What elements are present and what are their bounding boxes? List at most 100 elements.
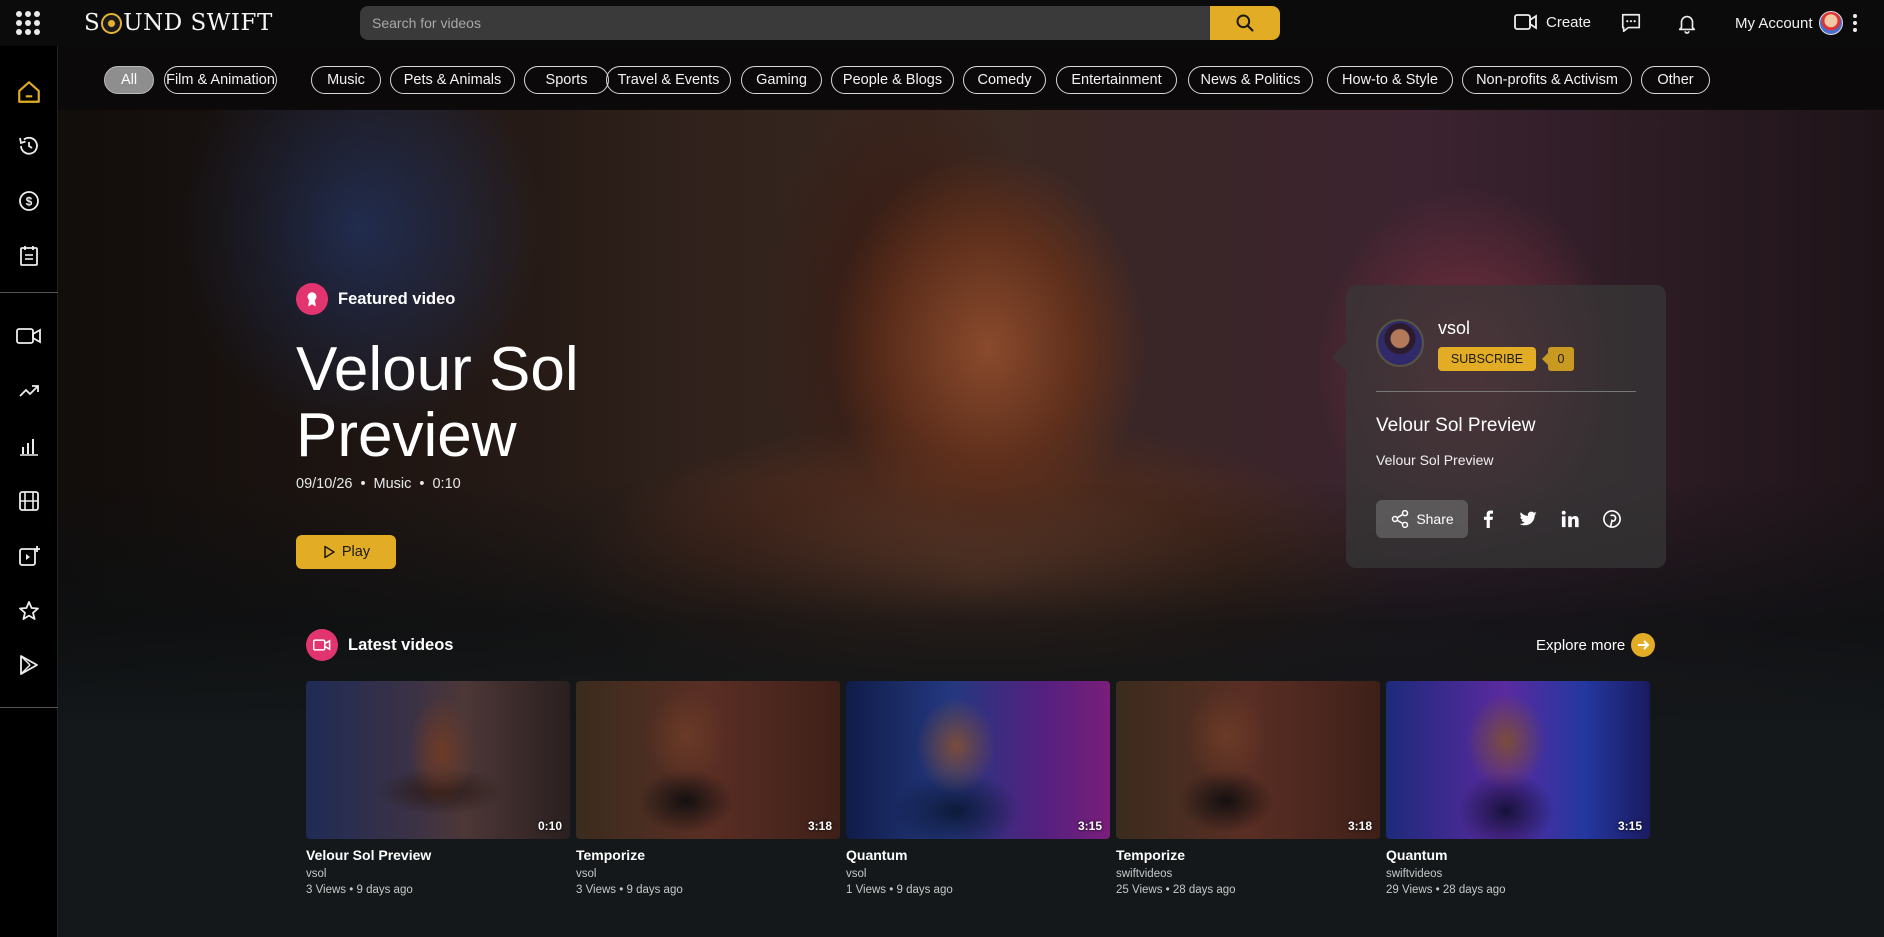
my-account-menu[interactable]: My Account [1735, 11, 1857, 35]
sidebar-item-favorites[interactable] [14, 596, 44, 626]
card-description: Velour Sol Preview [1376, 452, 1494, 468]
video-channel[interactable]: vsol [306, 868, 570, 880]
notifications-bell-icon[interactable] [1676, 11, 1698, 40]
more-options-icon[interactable] [1852, 14, 1857, 32]
sidebar-item-films[interactable] [14, 486, 44, 516]
sidebar-divider [0, 707, 58, 708]
video-title[interactable]: Temporize [1116, 847, 1380, 863]
video-channel[interactable]: swiftvideos [1116, 868, 1380, 880]
category-chip-entertainment[interactable]: Entertainment [1056, 66, 1177, 94]
arrow-right-icon [1631, 633, 1656, 657]
video-thumbnail[interactable]: 0:10 [306, 681, 570, 839]
video-thumbnail[interactable]: 3:18 [576, 681, 840, 839]
video-card[interactable]: 3:15 Quantum swiftvideos 29 Views • 28 d… [1386, 681, 1650, 896]
video-stats: 3 Views • 9 days ago [576, 884, 683, 896]
category-chip-travel-events[interactable]: Travel & Events [606, 66, 731, 94]
category-chip-gaming[interactable]: Gaming [741, 66, 822, 94]
category-chip-how-to-style[interactable]: How-to & Style [1327, 66, 1453, 94]
video-title[interactable]: Quantum [1386, 847, 1650, 863]
featured-category: Music [373, 476, 412, 492]
twitter-icon[interactable] [1517, 507, 1541, 531]
channel-avatar[interactable] [1376, 319, 1424, 367]
film-icon [19, 491, 39, 511]
sidebar-item-analytics[interactable] [14, 431, 44, 461]
explore-more-link[interactable]: Explore more [1536, 633, 1656, 657]
category-chip-all[interactable]: All [104, 66, 154, 94]
video-card[interactable]: 0:10 Velour Sol Preview vsol 3 Views • 9… [306, 681, 570, 896]
video-card[interactable]: 3:18 Temporize vsol 3 Views • 9 days ago [576, 681, 840, 896]
sidebar-item-camera[interactable] [14, 321, 44, 351]
trending-icon [19, 385, 39, 397]
video-title[interactable]: Velour Sol Preview [306, 847, 570, 863]
sidebar-item-upload[interactable] [14, 541, 44, 571]
category-chip-people-blogs[interactable]: People & Blogs [831, 66, 954, 94]
video-title[interactable]: Quantum [846, 847, 1110, 863]
search-input[interactable] [360, 6, 1210, 40]
pinterest-icon[interactable] [1600, 507, 1624, 531]
video-channel[interactable]: vsol [846, 868, 1110, 880]
sidebar-item-history[interactable] [14, 131, 44, 161]
video-thumbnail[interactable]: 3:15 [1386, 681, 1650, 839]
search-icon [1236, 14, 1254, 32]
sidebar: $ [0, 46, 58, 937]
video-thumbnail[interactable]: 3:18 [1116, 681, 1380, 839]
subscribe-button[interactable]: SUBSCRIBE [1438, 347, 1536, 371]
play-icon [324, 545, 335, 559]
play-label: Play [341, 544, 371, 560]
search-button[interactable] [1210, 6, 1280, 40]
logo[interactable]: S UND SWIFT [84, 9, 273, 37]
category-chip-film-animation[interactable]: Film & Animation [164, 66, 277, 94]
video-channel[interactable]: swiftvideos [1386, 868, 1650, 880]
card-divider [1376, 391, 1636, 392]
linkedin-icon[interactable] [1558, 507, 1582, 531]
top-bar: SUND SWIFT Create My Account [0, 0, 1884, 46]
video-card[interactable]: 3:18 Temporize swiftvideos 25 Views • 28… [1116, 681, 1380, 896]
video-camera-badge-icon [306, 629, 338, 661]
explore-more-label: Explore more [1536, 636, 1626, 654]
category-chip-music[interactable]: Music [311, 66, 381, 94]
share-icon [1392, 509, 1409, 529]
star-icon [19, 601, 39, 620]
video-duration: 3:18 [1347, 819, 1372, 833]
video-stats: 3 Views • 9 days ago [306, 884, 413, 896]
category-chip-news-politics[interactable]: News & Politics [1188, 66, 1313, 94]
history-icon [19, 136, 38, 155]
category-chip-non-profits-activism[interactable]: Non-profits & Activism [1462, 66, 1632, 94]
sidebar-item-monetization[interactable]: $ [14, 186, 44, 216]
facebook-icon[interactable] [1476, 507, 1500, 531]
channel-name[interactable]: vsol [1438, 318, 1470, 339]
my-account-label: My Account [1735, 14, 1813, 32]
svg-text:$: $ [26, 195, 33, 209]
user-avatar [1818, 11, 1843, 35]
video-card[interactable]: 3:15 Quantum vsol 1 Views • 9 days ago [846, 681, 1110, 896]
category-chip-pets-animals[interactable]: Pets & Animals [390, 66, 515, 94]
featured-title: Velour Sol Preview [296, 335, 579, 470]
messages-icon[interactable] [1620, 12, 1642, 39]
award-icon [296, 283, 328, 315]
sidebar-item-playlists[interactable] [14, 241, 44, 271]
video-stats: 1 Views • 9 days ago [846, 884, 953, 896]
apps-grid-icon[interactable] [16, 11, 40, 35]
sidebar-item-home[interactable] [14, 77, 44, 107]
share-label: Share [1416, 511, 1454, 527]
sidebar-item-trending[interactable] [14, 376, 44, 406]
subscriber-count: 0 [1542, 347, 1574, 371]
category-chip-sports[interactable]: Sports [524, 66, 609, 94]
create-label: Create [1546, 13, 1592, 31]
featured-heading: Featured video [296, 283, 455, 315]
video-camera-icon [1514, 14, 1537, 30]
playlist-icon [20, 246, 38, 266]
category-chip-comedy[interactable]: Comedy [963, 66, 1046, 94]
category-chip-other[interactable]: Other [1641, 66, 1710, 94]
share-button[interactable]: Share [1376, 500, 1468, 538]
video-thumbnail[interactable]: 3:15 [846, 681, 1110, 839]
sidebar-item-play-store[interactable] [14, 650, 44, 680]
video-duration: 3:18 [807, 819, 832, 833]
category-bar: All Film & Animation Music Pets & Animal… [58, 46, 1884, 110]
video-duration: 3:15 [1617, 819, 1642, 833]
play-button[interactable]: Play [296, 535, 396, 569]
featured-meta: 09/10/26 • Music • 0:10 [296, 476, 461, 492]
create-button[interactable]: Create [1514, 12, 1591, 32]
video-channel[interactable]: vsol [576, 868, 840, 880]
video-title[interactable]: Temporize [576, 847, 840, 863]
